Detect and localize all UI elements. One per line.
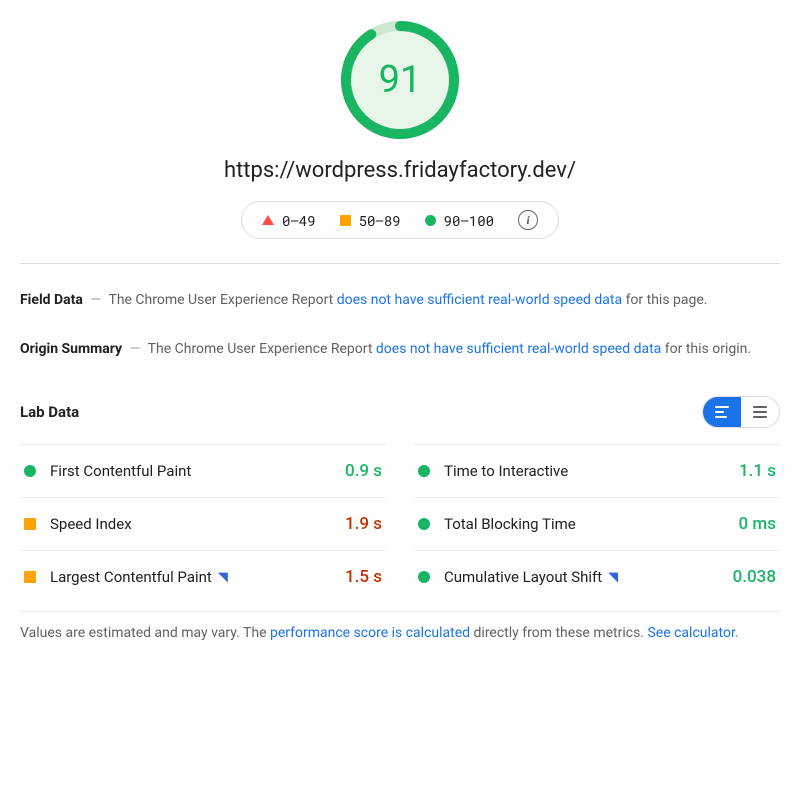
score-legend: 0–49 50–89 90–100 i (241, 201, 559, 239)
legend-good: 90–100 (425, 211, 494, 230)
circle-icon (418, 518, 430, 530)
footnote-link-calculator[interactable]: See calculator. (647, 625, 738, 641)
expanded-icon (753, 406, 767, 418)
divider (20, 263, 780, 264)
dash: — (90, 292, 101, 308)
bookmark-icon: ◥ (218, 570, 228, 585)
legend-bad-range: 0–49 (282, 211, 316, 230)
view-toggle (702, 396, 780, 428)
field-data-section: Field Data — The Chrome User Experience … (20, 288, 780, 313)
origin-summary-label: Origin Summary (20, 341, 122, 357)
square-icon (24, 571, 36, 583)
metric-name: Time to Interactive (444, 462, 739, 480)
score-gauge: 91 (340, 20, 460, 140)
footnote: Values are estimated and may vary. The p… (20, 611, 780, 646)
circle-icon (418, 571, 430, 583)
info-icon[interactable]: i (518, 210, 538, 230)
metric-value: 1.5 s (345, 567, 382, 587)
score-value: 91 (340, 20, 460, 140)
square-icon (340, 215, 351, 226)
square-icon (24, 518, 36, 530)
metric-value: 1.9 s (345, 514, 382, 534)
metric-value: 1.1 s (739, 461, 776, 481)
metric-name: Total Blocking Time (444, 515, 739, 533)
field-data-prefix: The Chrome User Experience Report (108, 292, 336, 308)
legend-good-range: 90–100 (444, 211, 494, 230)
metric-value: 0.9 s (345, 461, 382, 481)
metric-fcp[interactable]: First Contentful Paint 0.9 s (20, 444, 386, 497)
metric-name: Largest Contentful Paint ◥ (50, 568, 345, 586)
dash: — (130, 341, 141, 357)
metric-cls[interactable]: Cumulative Layout Shift ◥ 0.038 (414, 550, 780, 603)
metric-name: First Contentful Paint (50, 462, 345, 480)
metric-si[interactable]: Speed Index 1.9 s (20, 497, 386, 550)
metric-tbt[interactable]: Total Blocking Time 0 ms (414, 497, 780, 550)
bookmark-icon: ◥ (608, 570, 618, 585)
metric-lcp[interactable]: Largest Contentful Paint ◥ 1.5 s (20, 550, 386, 603)
legend-mid-range: 50–89 (359, 211, 401, 230)
origin-summary-prefix: The Chrome User Experience Report (148, 341, 376, 357)
score-section: 91 https://wordpress.fridayfactory.dev/ … (20, 20, 780, 259)
view-compact-button[interactable] (703, 397, 741, 427)
metric-value: 0 ms (739, 514, 776, 534)
origin-summary-link[interactable]: does not have sufficient real-world spee… (376, 341, 661, 357)
field-data-link[interactable]: does not have sufficient real-world spee… (337, 292, 622, 308)
legend-mid: 50–89 (340, 211, 401, 230)
legend-bad: 0–49 (262, 211, 316, 230)
page-url: https://wordpress.fridayfactory.dev/ (224, 158, 576, 183)
origin-summary-section: Origin Summary — The Chrome User Experie… (20, 337, 780, 362)
metrics-grid: First Contentful Paint 0.9 s Time to Int… (20, 444, 780, 603)
circle-icon (425, 215, 436, 226)
metric-name: Speed Index (50, 515, 345, 533)
circle-icon (24, 465, 36, 477)
origin-summary-suffix: for this origin. (661, 341, 751, 357)
metric-name: Cumulative Layout Shift ◥ (444, 568, 733, 586)
compact-icon (715, 406, 729, 418)
footnote-mid: directly from these metrics. (470, 625, 647, 641)
metric-value: 0.038 (733, 567, 776, 587)
field-data-label: Field Data (20, 292, 83, 308)
field-data-suffix: for this page. (622, 292, 707, 308)
footnote-link-score[interactable]: performance score is calculated (270, 625, 470, 641)
view-expanded-button[interactable] (741, 397, 779, 427)
triangle-icon (262, 215, 274, 225)
circle-icon (418, 465, 430, 477)
lab-data-title: Lab Data (20, 403, 79, 421)
metric-tti[interactable]: Time to Interactive 1.1 s (414, 444, 780, 497)
footnote-pre: Values are estimated and may vary. The (20, 625, 270, 641)
lab-data-header: Lab Data (20, 396, 780, 428)
